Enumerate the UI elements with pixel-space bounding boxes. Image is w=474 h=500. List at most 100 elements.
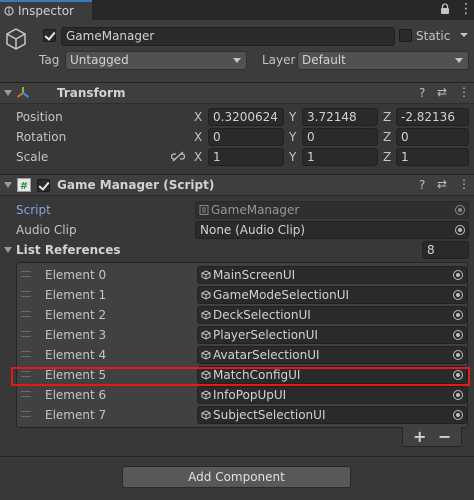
element-object-field[interactable]: SubjectSelectionUI (197, 406, 467, 424)
divider (0, 456, 474, 457)
static-dropdown-icon[interactable] (459, 31, 469, 39)
element-label: Element 0 (45, 268, 107, 282)
element-value: MainScreenUI (213, 268, 296, 282)
list-references-label[interactable]: List References (16, 243, 121, 257)
position-z-field[interactable]: -2.82136 (396, 108, 469, 126)
drag-handle-icon[interactable] (21, 291, 31, 297)
tab-inspector[interactable]: Inspector (0, 0, 92, 20)
rotation-z-field[interactable]: 0 (396, 128, 469, 146)
drag-handle-icon[interactable] (21, 311, 31, 317)
object-picker-icon[interactable] (453, 290, 463, 300)
drag-handle-icon[interactable] (21, 391, 31, 397)
scale-z-field[interactable]: 1 (396, 148, 469, 166)
object-picker-icon[interactable] (453, 270, 463, 280)
axis-z-label[interactable]: Z (383, 130, 391, 144)
constrain-proportions-icon[interactable] (171, 151, 185, 162)
element-value: InfoPopUpUI (213, 388, 287, 402)
foldout-arrow-icon[interactable] (4, 247, 12, 253)
script-file-icon (199, 205, 209, 215)
tag-value: Untagged (70, 53, 129, 67)
object-picker-icon[interactable] (453, 350, 463, 360)
object-picker-icon[interactable] (455, 225, 465, 235)
script-label: Script (16, 203, 51, 217)
axis-x-label[interactable]: X (194, 130, 202, 144)
layer-dropdown[interactable]: Default (297, 51, 469, 70)
transform-title: Transform (57, 86, 126, 100)
script-value: GameManager (211, 203, 300, 217)
list-size-field[interactable]: 8 (422, 241, 469, 259)
more-icon[interactable]: ⋮ (458, 85, 470, 99)
add-component-button[interactable]: Add Component (122, 466, 351, 488)
object-picker-icon[interactable] (453, 310, 463, 320)
element-value: DeckSelectionUI (213, 308, 311, 322)
element-object-field[interactable]: PlayerSelectionUI (197, 326, 467, 344)
transform-icon (16, 87, 30, 98)
audio-clip-field[interactable]: None (Audio Clip) (195, 221, 469, 239)
rotation-x-field[interactable]: 0 (208, 128, 284, 146)
static-label: Static (416, 29, 451, 43)
rotation-label: Rotation (16, 130, 67, 144)
axis-z-label[interactable]: Z (383, 150, 391, 164)
gameobject-name-field[interactable]: GameManager (61, 27, 395, 46)
script-icon: # (17, 178, 31, 192)
element-label: Element 3 (45, 328, 107, 342)
layer-label: Layer (262, 53, 296, 67)
rotation-y-field[interactable]: 0 (302, 128, 378, 146)
gameobject-active-checkbox[interactable] (43, 29, 56, 42)
tag-dropdown[interactable]: Untagged (65, 51, 247, 70)
axis-y-label[interactable]: Y (289, 150, 296, 164)
foldout-arrow-icon[interactable] (4, 90, 12, 96)
scale-y-field[interactable]: 1 (302, 148, 378, 166)
object-picker-icon[interactable] (453, 390, 463, 400)
more-icon[interactable]: ⋮ (458, 177, 470, 191)
drag-handle-icon[interactable] (21, 271, 31, 277)
element-value: SubjectSelectionUI (213, 408, 326, 422)
script-enabled-checkbox[interactable] (37, 179, 50, 192)
audio-clip-value: None (Audio Clip) (200, 223, 306, 237)
position-label: Position (16, 110, 63, 124)
axis-x-label[interactable]: X (194, 110, 202, 124)
object-picker-icon[interactable] (453, 410, 463, 420)
axis-y-label[interactable]: Y (289, 110, 296, 124)
presets-icon[interactable]: ⇄ (437, 177, 447, 191)
element-value: AvatarSelectionUI (213, 348, 320, 362)
object-picker-icon[interactable] (453, 330, 463, 340)
add-element-button[interactable]: + (413, 427, 426, 446)
element-value: PlayerSelectionUI (213, 328, 318, 342)
position-x-field[interactable]: 0.3200624 (208, 108, 284, 126)
lock-icon[interactable] (440, 3, 450, 15)
foldout-arrow-icon[interactable] (4, 182, 12, 188)
static-checkbox[interactable] (399, 29, 412, 42)
element-label: Element 7 (45, 408, 107, 422)
scale-x-field[interactable]: 1 (208, 148, 284, 166)
element-value: GameModeSelectionUI (213, 288, 350, 302)
scale-label: Scale (16, 150, 49, 164)
element-object-field[interactable]: InfoPopUpUI (197, 386, 467, 404)
info-icon (4, 6, 14, 16)
gameobject-cube-icon (6, 28, 26, 50)
highlight-box (11, 367, 470, 386)
remove-element-button[interactable]: − (438, 427, 451, 446)
audio-clip-label: Audio Clip (16, 223, 77, 237)
axis-z-label[interactable]: Z (383, 110, 391, 124)
drag-handle-icon[interactable] (21, 411, 31, 417)
element-object-field[interactable]: DeckSelectionUI (197, 306, 467, 324)
layer-value: Default (302, 53, 346, 67)
help-icon[interactable]: ? (419, 86, 425, 100)
drag-handle-icon[interactable] (21, 331, 31, 337)
tab-label: Inspector (18, 4, 74, 18)
drag-handle-icon[interactable] (21, 351, 31, 357)
presets-icon[interactable]: ⇄ (437, 85, 447, 99)
gameobject-icon (201, 410, 211, 420)
element-object-field[interactable]: GameModeSelectionUI (197, 286, 467, 304)
gameobject-icon (201, 310, 211, 320)
axis-x-label[interactable]: X (194, 150, 202, 164)
more-icon[interactable]: ⋮ (459, 2, 473, 16)
help-icon[interactable]: ? (419, 178, 425, 192)
svg-text:#: # (20, 181, 28, 192)
gameobject-icon (201, 330, 211, 340)
position-y-field[interactable]: 3.72148 (302, 108, 378, 126)
element-object-field[interactable]: MainScreenUI (197, 266, 467, 284)
axis-y-label[interactable]: Y (289, 130, 296, 144)
element-object-field[interactable]: AvatarSelectionUI (197, 346, 467, 364)
